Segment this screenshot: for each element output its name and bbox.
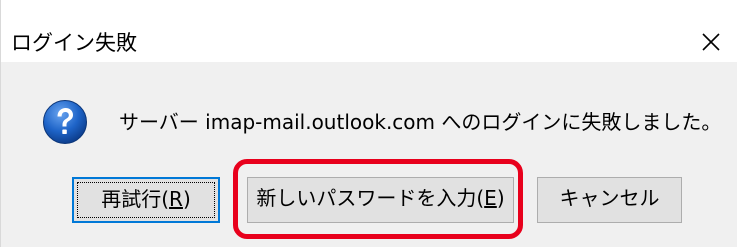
close-button[interactable]	[689, 22, 733, 62]
retry-button[interactable]: 再試行(R)	[72, 177, 220, 223]
retry-button-label: 再試行(	[101, 187, 170, 211]
close-icon	[702, 33, 720, 51]
retry-suffix: )	[182, 187, 191, 211]
error-message: サーバー imap-mail.outlook.com へのログインに失敗しました…	[119, 110, 722, 134]
new-password-mnemonic: E	[484, 186, 497, 210]
enter-new-password-button[interactable]: 新しいパスワードを入力(E)	[247, 177, 514, 223]
window-title: ログイン失敗	[11, 31, 137, 55]
title-bar: ログイン失敗	[1, 0, 737, 62]
retry-mnemonic: R	[169, 187, 183, 211]
new-password-suffix: )	[496, 186, 505, 210]
cancel-button-label: キャンセル	[559, 186, 660, 210]
question-icon	[43, 100, 87, 144]
login-failed-dialog: ログイン失敗 サーバー imap-mail.outlook.com へのログイン…	[0, 0, 737, 247]
cancel-button[interactable]: キャンセル	[537, 177, 682, 223]
dialog-content: サーバー imap-mail.outlook.com へのログインに失敗しました…	[1, 62, 737, 247]
new-password-button-label: 新しいパスワードを入力(	[256, 186, 485, 210]
